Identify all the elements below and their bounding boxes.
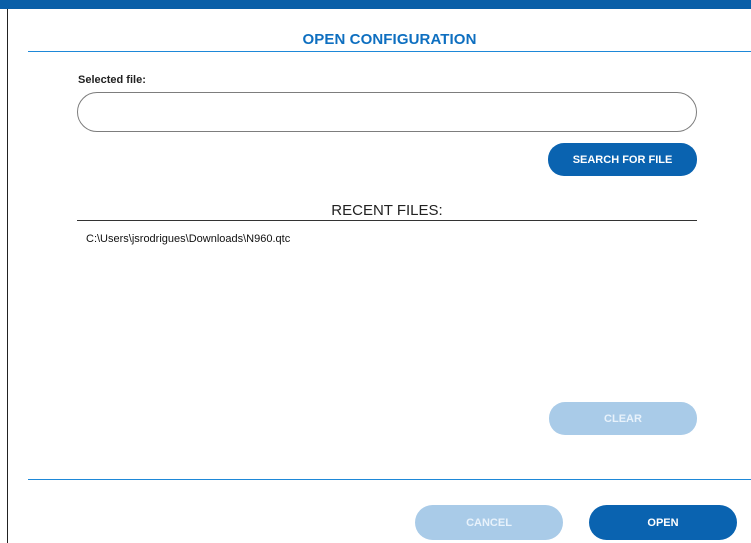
title-divider xyxy=(28,51,751,52)
selected-file-label: Selected file: xyxy=(78,74,146,86)
dialog-title: OPEN CONFIGURATION xyxy=(302,31,477,48)
open-configuration-dialog: OPEN CONFIGURATION Selected file: SEARCH… xyxy=(0,0,751,543)
clear-button[interactable]: CLEAR xyxy=(549,402,697,435)
selected-file-input[interactable] xyxy=(77,92,697,132)
footer-divider xyxy=(28,479,751,480)
cancel-button[interactable]: CANCEL xyxy=(415,505,563,540)
recent-files-divider xyxy=(77,220,697,221)
open-button[interactable]: OPEN xyxy=(589,505,737,540)
recent-files-list: C:\Users\jsrodrigues\Downloads\N960.qtc xyxy=(86,232,686,246)
window-top-bar xyxy=(0,0,751,9)
search-for-file-button[interactable]: SEARCH FOR FILE xyxy=(548,143,697,176)
dialog-left-border xyxy=(7,9,8,543)
recent-files-title: RECENT FILES: xyxy=(331,202,443,219)
recent-file-item[interactable]: C:\Users\jsrodrigues\Downloads\N960.qtc xyxy=(86,232,686,246)
